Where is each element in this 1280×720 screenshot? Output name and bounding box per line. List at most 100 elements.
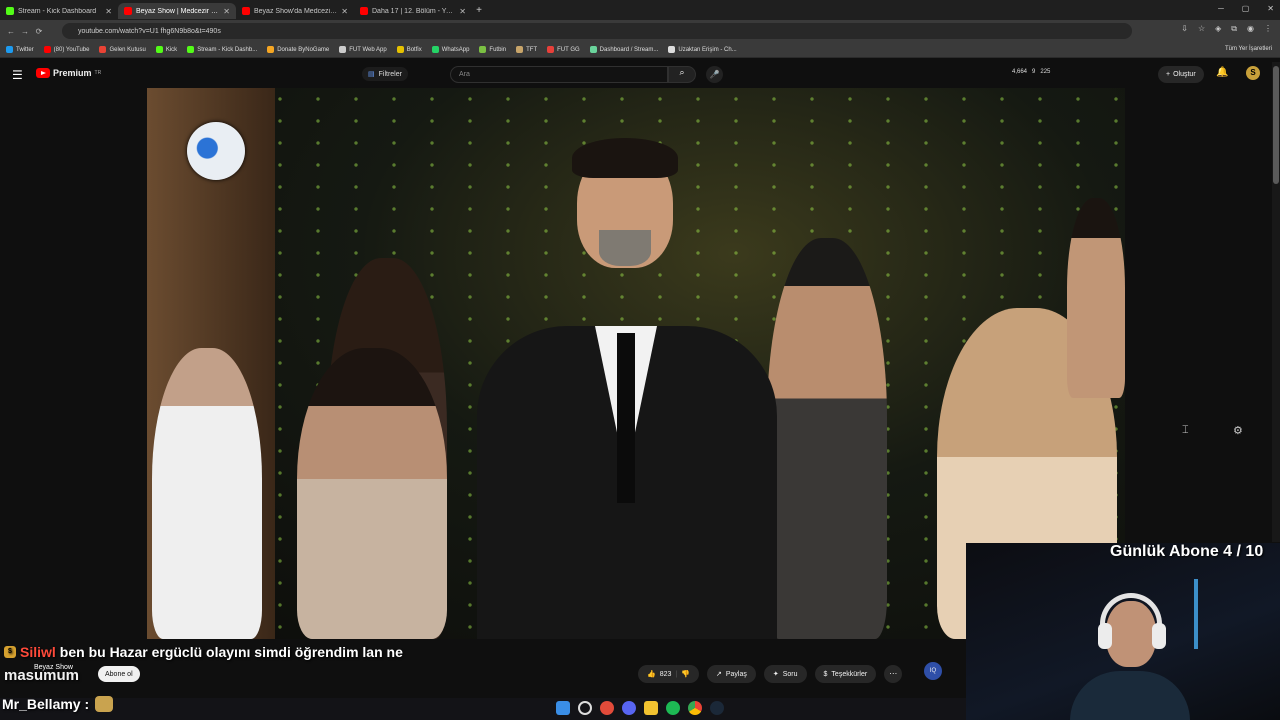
hamburger-menu-icon[interactable]: ☰ bbox=[12, 68, 23, 82]
browser-tab[interactable]: Beyaz Show'da Medcezir skeçi ✕ bbox=[236, 3, 354, 19]
bookmark-favicon-icon bbox=[479, 46, 487, 53]
back-icon[interactable]: ← bbox=[4, 27, 18, 36]
logo-country: TR bbox=[94, 70, 102, 76]
youtube-logo[interactable]: Premium TR bbox=[36, 68, 101, 78]
bookmark-item[interactable]: TFT bbox=[516, 46, 537, 53]
bookmark-item[interactable]: Futbin bbox=[479, 46, 506, 53]
browser-tab[interactable]: Daha 17 | 12. Bölüm - YouTube ✕ bbox=[354, 3, 472, 19]
taskbar-search-icon[interactable] bbox=[578, 701, 592, 715]
video-actions: 👍 823 | 👎 ↗ Paylaş ✦ Soru $ Teşekkürler … bbox=[638, 665, 903, 683]
url-input[interactable]: youtube.com/watch?v=U1 fhg6N9b8o&t=490s bbox=[62, 23, 1132, 39]
bookmark-item[interactable]: WhatsApp bbox=[431, 46, 469, 53]
folder-icon[interactable] bbox=[644, 701, 658, 715]
share-icon: ↗ bbox=[715, 671, 722, 678]
chat-user2-name: Mr_Bellamy : bbox=[2, 696, 90, 712]
thanks-icon: $ bbox=[823, 670, 828, 678]
quality-badge-icon[interactable]: IQ bbox=[924, 662, 942, 680]
channel-name[interactable]: Beyaz Show bbox=[34, 664, 73, 671]
bookmark-item[interactable]: Botfix bbox=[396, 46, 422, 53]
audience-person bbox=[767, 238, 887, 639]
tab-close-icon[interactable]: ✕ bbox=[459, 7, 466, 16]
mic-icon[interactable]: 🎤 bbox=[706, 66, 723, 83]
create-button[interactable]: + Oluştur bbox=[1158, 66, 1204, 83]
scrollbar-thumb[interactable] bbox=[1273, 66, 1279, 184]
tab-close-icon[interactable]: ✕ bbox=[105, 7, 112, 16]
extension-stats: 4,664 9 225 bbox=[1012, 69, 1050, 75]
forward-icon[interactable]: → bbox=[18, 27, 32, 36]
install-icon[interactable]: ⇩ bbox=[1181, 24, 1188, 34]
tab-close-icon[interactable]: ✕ bbox=[223, 7, 230, 16]
bookmark-favicon-icon bbox=[396, 46, 404, 53]
bookmark-star-icon[interactable]: ☆ bbox=[1198, 24, 1205, 34]
bookmark-item[interactable]: Twitter bbox=[6, 46, 34, 53]
extension-icon[interactable]: ◈ bbox=[1215, 24, 1221, 34]
emote-icon bbox=[95, 696, 114, 712]
puzzle-icon[interactable]: ⧉ bbox=[1231, 24, 1237, 34]
bookmark-favicon-icon bbox=[431, 46, 439, 53]
logo-text: Premium bbox=[53, 68, 92, 78]
sub-badge-icon: $ bbox=[4, 646, 16, 658]
bookmark-item[interactable]: FUT GG bbox=[547, 46, 580, 53]
new-tab-button[interactable]: + bbox=[472, 5, 486, 16]
bookmark-label: Donate ByNoGame bbox=[277, 46, 330, 53]
filters-label: Filtreler bbox=[378, 70, 402, 78]
tab-close-icon[interactable]: ✕ bbox=[341, 7, 348, 16]
share-button[interactable]: ↗ Paylaş bbox=[706, 665, 756, 683]
bookmark-favicon-icon bbox=[516, 46, 524, 53]
bookmark-item[interactable]: Donate ByNoGame bbox=[267, 46, 329, 53]
filter-icon: ▤ bbox=[368, 71, 375, 78]
steam-icon[interactable] bbox=[710, 701, 724, 715]
page-scrollbar[interactable] bbox=[1272, 62, 1280, 542]
cursor-icon: ⌶ bbox=[1182, 424, 1189, 436]
browser-tab[interactable]: Stream - Kick Dashboard ✕ bbox=[0, 3, 118, 19]
more-options-icon[interactable]: ⋯ bbox=[884, 665, 903, 683]
reload-icon[interactable]: ⟳ bbox=[32, 27, 46, 36]
bookmark-item[interactable]: Uzaktan Erişim - Ch... bbox=[668, 46, 737, 53]
minimize-icon[interactable]: ─ bbox=[1218, 4, 1224, 13]
browser-tab[interactable]: Beyaz Show | Medcezir - Se ✕ bbox=[118, 3, 236, 19]
bookmark-favicon-icon bbox=[668, 46, 676, 53]
windows-start-icon[interactable] bbox=[556, 701, 570, 715]
streamer-body bbox=[1070, 671, 1190, 720]
thanks-button[interactable]: $ Teşekkürler bbox=[814, 665, 877, 683]
bookmark-item[interactable]: Stream - Kick Dashb... bbox=[187, 46, 257, 53]
host-figure bbox=[477, 118, 777, 639]
settings-gear-icon[interactable]: ⚙ bbox=[1233, 424, 1243, 437]
subscribe-button[interactable]: Abone ol bbox=[98, 666, 140, 682]
windows-taskbar bbox=[0, 698, 966, 720]
discord-icon[interactable] bbox=[622, 701, 636, 715]
bookmark-favicon-icon bbox=[187, 46, 195, 53]
youtube-play-icon bbox=[36, 68, 50, 78]
app-icon-1[interactable] bbox=[600, 701, 614, 715]
bookmark-item[interactable]: (80) YouTube bbox=[43, 46, 89, 53]
host-tie bbox=[617, 333, 635, 503]
avatar[interactable]: S bbox=[1246, 66, 1260, 80]
maximize-icon[interactable]: ▢ bbox=[1242, 4, 1250, 13]
search-button[interactable]: ⌕ bbox=[668, 66, 696, 83]
ask-button[interactable]: ✦ Soru bbox=[763, 665, 807, 683]
profile-icon[interactable]: ◉ bbox=[1247, 24, 1254, 34]
bookmark-favicon-icon bbox=[339, 46, 347, 53]
all-bookmarks-button[interactable]: Tüm Yer İşaretleri bbox=[1225, 46, 1272, 52]
search-input[interactable]: Ara bbox=[450, 66, 668, 83]
filters-button[interactable]: ▤ Filtreler bbox=[362, 67, 408, 81]
bookmark-favicon-icon bbox=[267, 46, 275, 53]
tab-title: Daha 17 | 12. Bölüm - YouTube bbox=[372, 7, 455, 15]
chrome-icon[interactable] bbox=[688, 701, 702, 715]
spotify-icon[interactable] bbox=[666, 701, 680, 715]
host-hair bbox=[572, 138, 678, 178]
sparkle-icon: ✦ bbox=[772, 671, 779, 678]
menu-dots-icon[interactable]: ⋮ bbox=[1264, 24, 1272, 34]
caption-user: Siliwl bbox=[20, 644, 56, 660]
bookmark-item[interactable]: Dashboard / Stream... bbox=[589, 46, 658, 53]
bookmark-item[interactable]: FUT Web App bbox=[339, 46, 387, 53]
tabs-holder: Stream - Kick Dashboard ✕ Beyaz Show | Med… bbox=[0, 1, 472, 19]
bookmarks-bar: Twitter (80) YouTube Gelen Kutusu Kick Strea… bbox=[0, 42, 1280, 58]
bookmark-item[interactable]: Kick bbox=[155, 46, 177, 53]
close-window-icon[interactable]: ✕ bbox=[1267, 4, 1274, 13]
notifications-bell-icon[interactable]: 🔔 bbox=[1216, 67, 1228, 78]
bookmark-item[interactable]: Gelen Kutusu bbox=[99, 46, 146, 53]
thumbs-down-icon[interactable]: 👎 bbox=[681, 670, 690, 678]
like-button[interactable]: 👍 823 | 👎 bbox=[638, 665, 699, 683]
browser-toolbar-icons: ⇩ ☆ ◈ ⧉ ◉ ⋮ bbox=[1181, 24, 1272, 34]
